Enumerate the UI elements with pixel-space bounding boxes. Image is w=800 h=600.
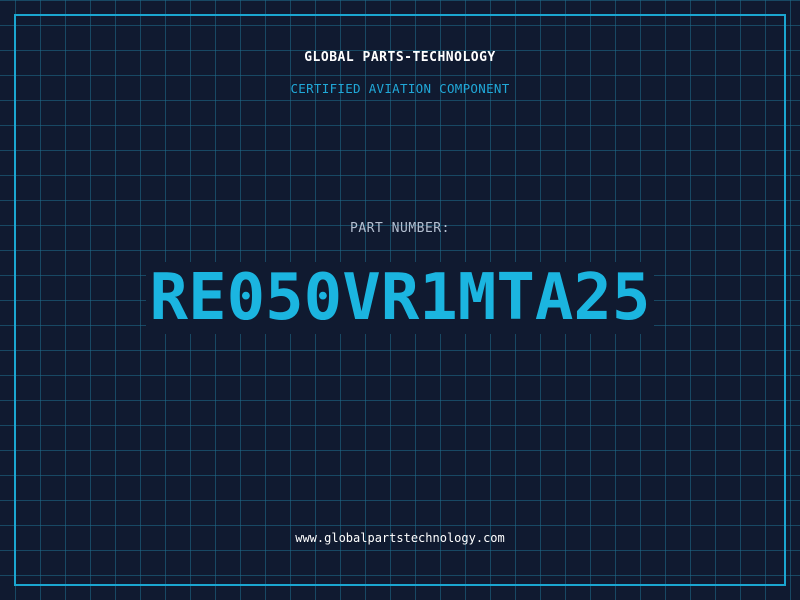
certification-subtitle: CERTIFIED AVIATION COMPONENT [290,81,510,96]
company-name: GLOBAL PARTS-TECHNOLOGY [304,50,496,65]
part-number-value: RE050VR1MTA25 [145,262,655,334]
part-number-label: PART NUMBER: [350,221,450,236]
part-label-card: GLOBAL PARTS-TECHNOLOGY CERTIFIED AVIATI… [0,0,800,600]
website-url: www.globalpartstechnology.com [295,531,505,545]
part-number-container: RE050VR1MTA25 [0,262,800,334]
